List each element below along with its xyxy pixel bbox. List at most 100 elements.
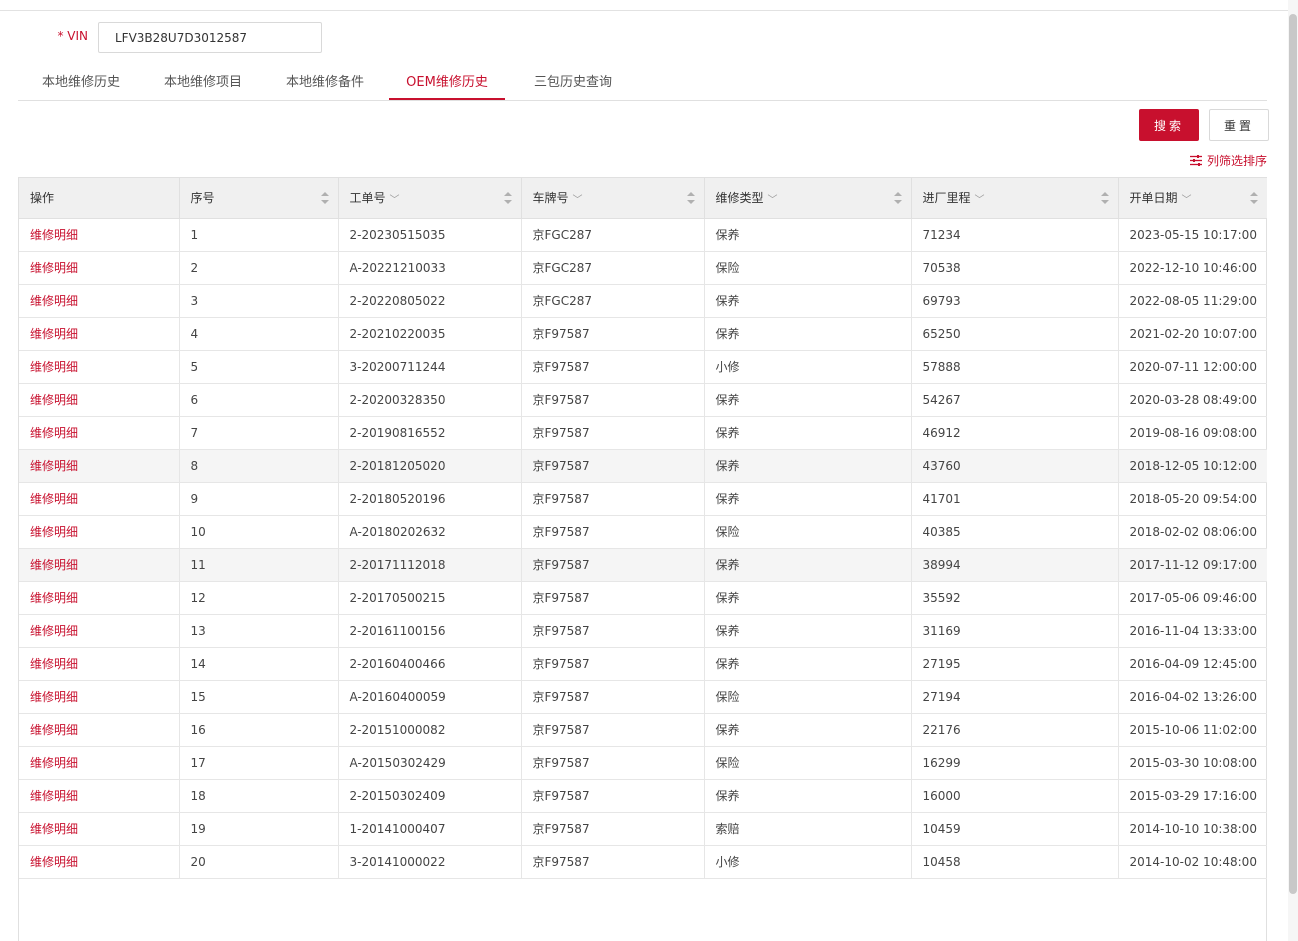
- table-row[interactable]: 维修明细 20 3-20141000022 京F97587 小修 10458 2014-10…: [19, 845, 1267, 879]
- mileage-cell: 57888: [911, 350, 1119, 384]
- open-date-cell: 2023-05-15 10:17:00: [1118, 218, 1267, 252]
- row-index: 8: [179, 449, 339, 483]
- table-row[interactable]: 维修明细 4 2-20210220035 京F97587 保养 65250 2021-02-…: [19, 317, 1267, 351]
- table-row[interactable]: 维修明细 9 2-20180520196 京F97587 保养 41701 2018-05-…: [19, 482, 1267, 516]
- tab-oem-repair-history[interactable]: OEM维修历史: [389, 68, 505, 100]
- repair-detail-link[interactable]: 维修明细: [19, 614, 180, 648]
- row-index: 14: [179, 647, 339, 681]
- table-row[interactable]: 维修明细 2 A-20221210033 京FGC287 保险 70538 2022-12-…: [19, 251, 1267, 285]
- table-row[interactable]: 维修明细 17 A-20150302429 京F97587 保险 16299 2015-03…: [19, 746, 1267, 780]
- repair-detail-link[interactable]: 维修明细: [19, 251, 180, 285]
- repair-detail-link[interactable]: 维修明细: [19, 548, 180, 582]
- repair-detail-link[interactable]: 维修明细: [19, 449, 180, 483]
- mileage-cell: 40385: [911, 515, 1119, 549]
- repair-detail-link[interactable]: 维修明细: [19, 383, 180, 417]
- tab-local-repair-history[interactable]: 本地维修历史: [23, 68, 139, 99]
- repair-type-cell: 保养: [704, 284, 912, 318]
- repair-detail-link[interactable]: 维修明细: [19, 680, 180, 714]
- repair-type-cell: 保养: [704, 713, 912, 747]
- row-index: 9: [179, 482, 339, 516]
- plate-cell: 京F97587: [521, 746, 705, 780]
- table-row[interactable]: 维修明细 7 2-20190816552 京F97587 保养 46912 2019-08-…: [19, 416, 1267, 450]
- plate-cell: 京F97587: [521, 515, 705, 549]
- plate-cell: 京F97587: [521, 779, 705, 813]
- filter-chevron-icon[interactable]: ﹀: [1182, 191, 1192, 206]
- work-order-cell: 2-20181205020: [338, 449, 522, 483]
- work-order-cell: 2-20210220035: [338, 317, 522, 351]
- repair-detail-link[interactable]: 维修明细: [19, 812, 180, 846]
- repair-detail-link[interactable]: 维修明细: [19, 350, 180, 384]
- mileage-cell: 41701: [911, 482, 1119, 516]
- open-date-cell: 2016-11-04 13:33:00: [1118, 614, 1267, 648]
- table-row[interactable]: 维修明细 8 2-20181205020 京F97587 保养 43760 2018-12-…: [19, 449, 1267, 483]
- row-index: 3: [179, 284, 339, 318]
- reset-button[interactable]: 重置: [1209, 109, 1269, 141]
- table-row[interactable]: 维修明细 14 2-20160400466 京F97587 保养 27195 2016-04…: [19, 647, 1267, 681]
- sort-icon[interactable]: [1249, 190, 1259, 206]
- work-order-cell: 2-20150302409: [338, 779, 522, 813]
- repair-detail-link[interactable]: 维修明细: [19, 581, 180, 615]
- sort-icon[interactable]: [1100, 190, 1110, 206]
- sort-icon[interactable]: [503, 190, 513, 206]
- work-order-cell: A-20221210033: [338, 251, 522, 285]
- table-row[interactable]: 维修明细 16 2-20151000082 京F97587 保养 22176 2015-10…: [19, 713, 1267, 747]
- open-date-cell: 2020-03-28 08:49:00: [1118, 383, 1267, 417]
- repair-detail-link[interactable]: 维修明细: [19, 218, 180, 252]
- work-order-cell: A-20160400059: [338, 680, 522, 714]
- mileage-cell: 71234: [911, 218, 1119, 252]
- search-button[interactable]: 搜索: [1139, 109, 1199, 141]
- page-scrollbar[interactable]: [1288, 0, 1298, 941]
- table-row[interactable]: 维修明细 13 2-20161100156 京F97587 保养 31169 2016-11…: [19, 614, 1267, 648]
- repair-detail-link[interactable]: 维修明细: [19, 713, 180, 747]
- header-index[interactable]: 序号: [179, 178, 339, 219]
- header-open-date[interactable]: 开单日期 ﹀: [1118, 178, 1267, 219]
- repair-type-cell: 保险: [704, 680, 912, 714]
- filter-chevron-icon[interactable]: ﹀: [573, 191, 583, 206]
- column-sort-button[interactable]: 列筛选排序: [1189, 152, 1267, 169]
- mileage-cell: 27194: [911, 680, 1119, 714]
- tab-local-repair-parts[interactable]: 本地维修备件: [267, 68, 383, 99]
- plate-cell: 京F97587: [521, 317, 705, 351]
- table-row[interactable]: 维修明细 12 2-20170500215 京F97587 保养 35592 2017-05…: [19, 581, 1267, 615]
- repair-detail-link[interactable]: 维修明细: [19, 647, 180, 681]
- table-row[interactable]: 维修明细 11 2-20171112018 京F97587 保养 38994 2017-11…: [19, 548, 1267, 582]
- header-work-order[interactable]: 工单号 ﹀: [338, 178, 522, 219]
- table-row[interactable]: 维修明细 18 2-20150302409 京F97587 保养 16000 2015-03…: [19, 779, 1267, 813]
- table-row[interactable]: 维修明细 10 A-20180202632 京F97587 保险 40385 2018-02…: [19, 515, 1267, 549]
- open-date-cell: 2016-04-09 12:45:00: [1118, 647, 1267, 681]
- repair-detail-link[interactable]: 维修明细: [19, 284, 180, 318]
- table-row[interactable]: 维修明细 15 A-20160400059 京F97587 保险 27194 2016-04…: [19, 680, 1267, 714]
- header-plate[interactable]: 车牌号 ﹀: [521, 178, 705, 219]
- plate-cell: 京F97587: [521, 482, 705, 516]
- repair-detail-link[interactable]: 维修明细: [19, 746, 180, 780]
- plate-cell: 京F97587: [521, 416, 705, 450]
- repair-detail-link[interactable]: 维修明细: [19, 317, 180, 351]
- filter-chevron-icon[interactable]: ﹀: [975, 191, 985, 206]
- filter-chevron-icon[interactable]: ﹀: [768, 191, 778, 206]
- tab-warranty-history[interactable]: 三包历史查询: [515, 68, 631, 99]
- row-index: 6: [179, 383, 339, 417]
- repair-detail-link[interactable]: 维修明细: [19, 482, 180, 516]
- filter-chevron-icon[interactable]: ﹀: [390, 191, 400, 206]
- vin-input[interactable]: [98, 22, 322, 53]
- table-row[interactable]: 维修明细 1 2-20230515035 京FGC287 保养 71234 2023-05-…: [19, 218, 1267, 252]
- table-row[interactable]: 维修明细 5 3-20200711244 京F97587 小修 57888 2020-07-…: [19, 350, 1267, 384]
- header-repair-type[interactable]: 维修类型 ﹀: [704, 178, 912, 219]
- table-row[interactable]: 维修明细 3 2-20220805022 京FGC287 保养 69793 2022-08-…: [19, 284, 1267, 318]
- sort-icon[interactable]: [320, 190, 330, 206]
- work-order-cell: 1-20141000407: [338, 812, 522, 846]
- repair-detail-link[interactable]: 维修明细: [19, 515, 180, 549]
- table-row[interactable]: 维修明细 19 1-20141000407 京F97587 索赔 10459 2014-10…: [19, 812, 1267, 846]
- header-mileage[interactable]: 进厂里程 ﹀: [911, 178, 1119, 219]
- repair-detail-link[interactable]: 维修明细: [19, 845, 180, 879]
- sort-icon[interactable]: [686, 190, 696, 206]
- sort-icon[interactable]: [893, 190, 903, 206]
- tab-local-repair-items[interactable]: 本地维修项目: [145, 68, 261, 99]
- open-date-cell: 2014-10-10 10:38:00: [1118, 812, 1267, 846]
- repair-type-cell: 保险: [704, 746, 912, 780]
- work-order-cell: 2-20200328350: [338, 383, 522, 417]
- table-row[interactable]: 维修明细 6 2-20200328350 京F97587 保养 54267 2020-03-…: [19, 383, 1267, 417]
- repair-detail-link[interactable]: 维修明细: [19, 416, 180, 450]
- repair-detail-link[interactable]: 维修明细: [19, 779, 180, 813]
- scrollbar-thumb[interactable]: [1289, 14, 1297, 894]
